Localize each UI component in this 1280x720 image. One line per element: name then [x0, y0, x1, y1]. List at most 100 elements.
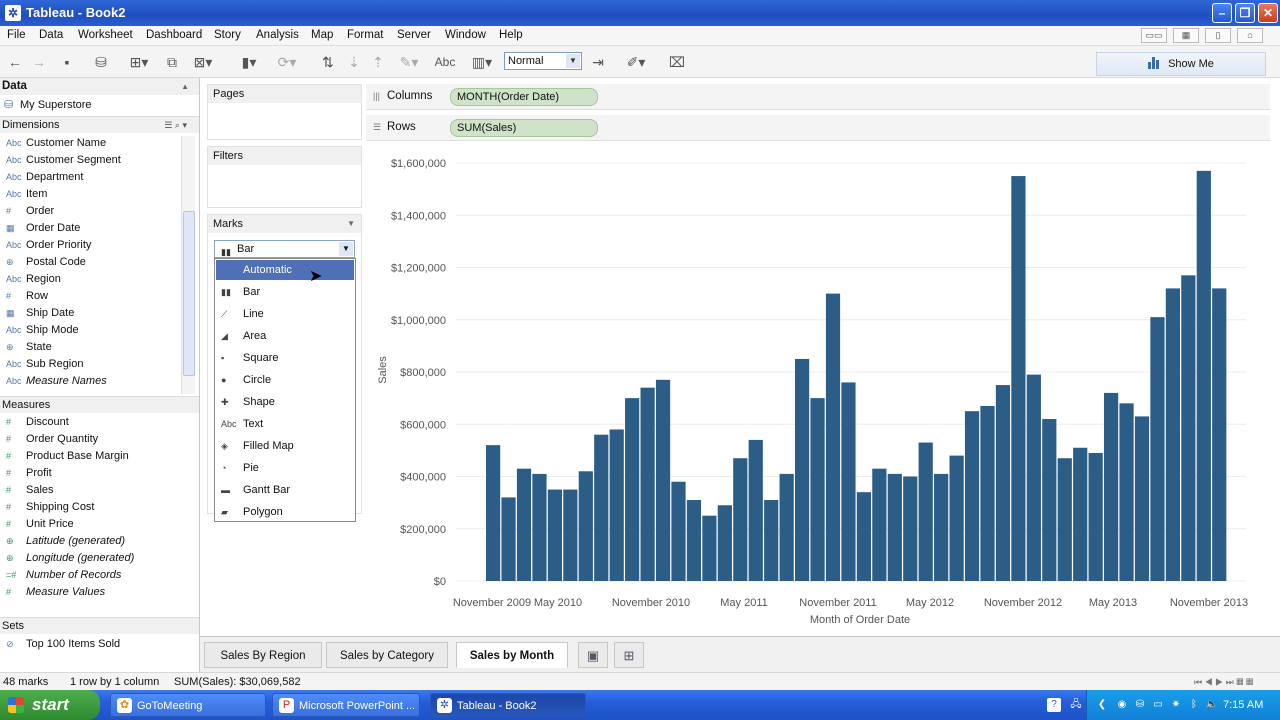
search-icon[interactable]: ☰ ⌕ ▾ — [164, 117, 187, 134]
swap-icon[interactable]: ⇅ — [318, 52, 338, 72]
mark-option-bar[interactable]: ▮▮ Bar — [216, 282, 354, 302]
pause-updates-icon[interactable]: ▮▾ — [234, 52, 264, 72]
measure-field[interactable]: # Discount — [0, 414, 180, 431]
chevron-down-icon[interactable]: ▼ — [347, 215, 355, 233]
chevron-left-icon[interactable]: ❮ — [1095, 698, 1109, 712]
clear-sheet-icon[interactable]: ⊠▾ — [188, 52, 218, 72]
mark-option-line[interactable]: ⟋ Line — [216, 304, 354, 324]
maximize-button[interactable]: ❐ — [1235, 3, 1255, 23]
mark-option-square[interactable]: ▪ Square — [216, 348, 354, 368]
tray-display-icon[interactable]: ▭ — [1151, 698, 1165, 712]
mark-option-area[interactable]: ◢ Area — [216, 326, 354, 346]
new-data-source-icon[interactable]: ⛁ — [92, 52, 110, 72]
data-source-item[interactable]: ⛁ My Superstore — [0, 97, 180, 114]
dimension-field[interactable]: ▦ Ship Date — [0, 305, 180, 322]
filters-card[interactable]: Filters — [207, 146, 362, 208]
dimension-field[interactable]: ▦ Order Date — [0, 220, 180, 237]
measure-field[interactable]: # Sales — [0, 482, 180, 499]
dimension-field[interactable]: Abc Measure Names — [0, 373, 180, 390]
measure-field[interactable]: # Shipping Cost — [0, 499, 180, 516]
task-tableau[interactable]: ✲ Tableau - Book2 — [430, 693, 586, 717]
volume-icon[interactable]: 🔈 — [1205, 698, 1219, 712]
sort-descending-icon[interactable]: ⇡ — [368, 52, 388, 72]
dimension-field[interactable]: ⊕ Postal Code — [0, 254, 180, 271]
show-me-button[interactable]: Show Me — [1096, 52, 1266, 76]
dimension-field[interactable]: ⊕ State — [0, 339, 180, 356]
mark-option-polygon[interactable]: ▰ Polygon — [216, 502, 354, 522]
save-icon[interactable]: ▪ — [58, 52, 76, 72]
menu-file[interactable]: File — [7, 29, 26, 41]
fix-axes-icon[interactable]: ⇥ — [588, 52, 608, 72]
help-icon[interactable]: ? — [1047, 698, 1061, 712]
mark-option-pie[interactable]: ◔ Pie — [216, 458, 354, 478]
dimension-field[interactable]: Abc Ship Mode — [0, 322, 180, 339]
menu-server[interactable]: Server — [397, 29, 431, 41]
menu-map[interactable]: Map — [311, 29, 333, 41]
refresh-icon[interactable]: ⟳▾ — [272, 52, 302, 72]
scrollbar-thumb[interactable] — [183, 211, 195, 376]
network-icon[interactable]: 🖧 — [1069, 698, 1083, 712]
duplicate-sheet-icon[interactable]: ⧉ — [162, 52, 182, 72]
menu-analysis[interactable]: Analysis — [256, 29, 299, 41]
dimension-field[interactable]: # Order — [0, 203, 180, 220]
columns-shelf[interactable]: ||| Columns MONTH(Order Date) — [366, 84, 1270, 110]
dimension-field[interactable]: Abc Department — [0, 169, 180, 186]
close-button[interactable]: ✕ — [1258, 3, 1278, 23]
measure-field[interactable]: # Product Base Margin — [0, 448, 180, 465]
show-labels-icon[interactable]: Abc — [432, 52, 458, 72]
mark-option-text[interactable]: Abc Text — [216, 414, 354, 434]
tab-sales-by-region[interactable]: Sales By Region — [204, 642, 322, 668]
menu-worksheet[interactable]: Worksheet — [78, 29, 133, 41]
start-button[interactable]: start — [0, 690, 100, 720]
menu-story[interactable]: Story — [214, 29, 241, 41]
presentation-mode-icon[interactable]: ▭▭ — [1141, 28, 1167, 43]
fit-select[interactable]: Normal ▼ — [504, 52, 582, 70]
dimension-field[interactable]: Abc Item — [0, 186, 180, 203]
dimension-field[interactable]: Abc Region — [0, 271, 180, 288]
home-icon[interactable]: ⌂ — [1237, 28, 1263, 43]
group-members-icon[interactable]: ▥▾ — [466, 52, 498, 72]
measure-field[interactable]: ⊕ Latitude (generated) — [0, 533, 180, 550]
columns-pill[interactable]: MONTH(Order Date) — [450, 88, 598, 106]
annotation-icon[interactable]: ✐▾ — [620, 52, 652, 72]
mark-option-automatic[interactable]: Automatic — [216, 260, 354, 280]
dimensions-scrollbar[interactable] — [181, 136, 195, 394]
data-source-icon[interactable]: ▯ — [1205, 28, 1231, 43]
rows-shelf[interactable]: ☰ Rows SUM(Sales) — [366, 115, 1270, 141]
measure-field[interactable]: # Unit Price — [0, 516, 180, 533]
rows-pill[interactable]: SUM(Sales) — [450, 119, 598, 137]
mark-option-gantt-bar[interactable]: ▬ Gantt Bar — [216, 480, 354, 500]
presentation-icon[interactable]: ⌧ — [666, 52, 688, 72]
menu-window[interactable]: Window — [445, 29, 486, 41]
dimension-field[interactable]: Abc Customer Segment — [0, 152, 180, 169]
measure-field[interactable]: # Measure Values — [0, 584, 180, 601]
sheet-navigation-icon[interactable]: ⏮ ◀ ▶ ⏭ ▦ ▦ — [1194, 673, 1253, 691]
mark-option-circle[interactable]: ● Circle — [216, 370, 354, 390]
tab-sales-by-month[interactable]: Sales by Month — [456, 642, 568, 668]
tab-sales-by-category[interactable]: Sales by Category — [326, 642, 448, 668]
tray-network-icon[interactable]: ⛁ — [1133, 698, 1147, 712]
dimension-field[interactable]: Abc Order Priority — [0, 237, 180, 254]
menu-format[interactable]: Format — [347, 29, 383, 41]
measure-field[interactable]: ⊕ Longitude (generated) — [0, 550, 180, 567]
mark-option-shape[interactable]: ✚ Shape — [216, 392, 354, 412]
task-powerpoint[interactable]: P Microsoft PowerPoint ... — [272, 693, 420, 717]
mark-option-filled-map[interactable]: ◈ Filled Map — [216, 436, 354, 456]
menu-data[interactable]: Data — [39, 29, 63, 41]
sheet-sorter-icon[interactable]: ▦ — [1173, 28, 1199, 43]
collapse-icon[interactable]: ▲ — [181, 78, 189, 95]
new-worksheet-icon[interactable]: ⊞▾ — [124, 52, 154, 72]
bluetooth-icon[interactable]: ᛒ — [1187, 698, 1201, 712]
back-arrow-icon[interactable]: ← — [6, 52, 24, 72]
measure-field[interactable]: # Order Quantity — [0, 431, 180, 448]
new-worksheet-tab-icon[interactable]: ▣ — [578, 642, 608, 668]
mark-type-select[interactable]: ▮▮ Bar ▼ — [214, 240, 355, 258]
task-gotomeeting[interactable]: ✿ GoToMeeting — [110, 693, 266, 717]
measure-field[interactable]: =# Number of Records — [0, 567, 180, 584]
tray-gear-icon[interactable]: ✷ — [1169, 698, 1183, 712]
dimension-field[interactable]: Abc Customer Name — [0, 135, 180, 152]
tray-globe-icon[interactable]: ◉ — [1115, 698, 1129, 712]
dimension-field[interactable]: # Row — [0, 288, 180, 305]
set-item[interactable]: ⊘ Top 100 Items Sold — [0, 636, 180, 653]
menu-help[interactable]: Help — [499, 29, 523, 41]
